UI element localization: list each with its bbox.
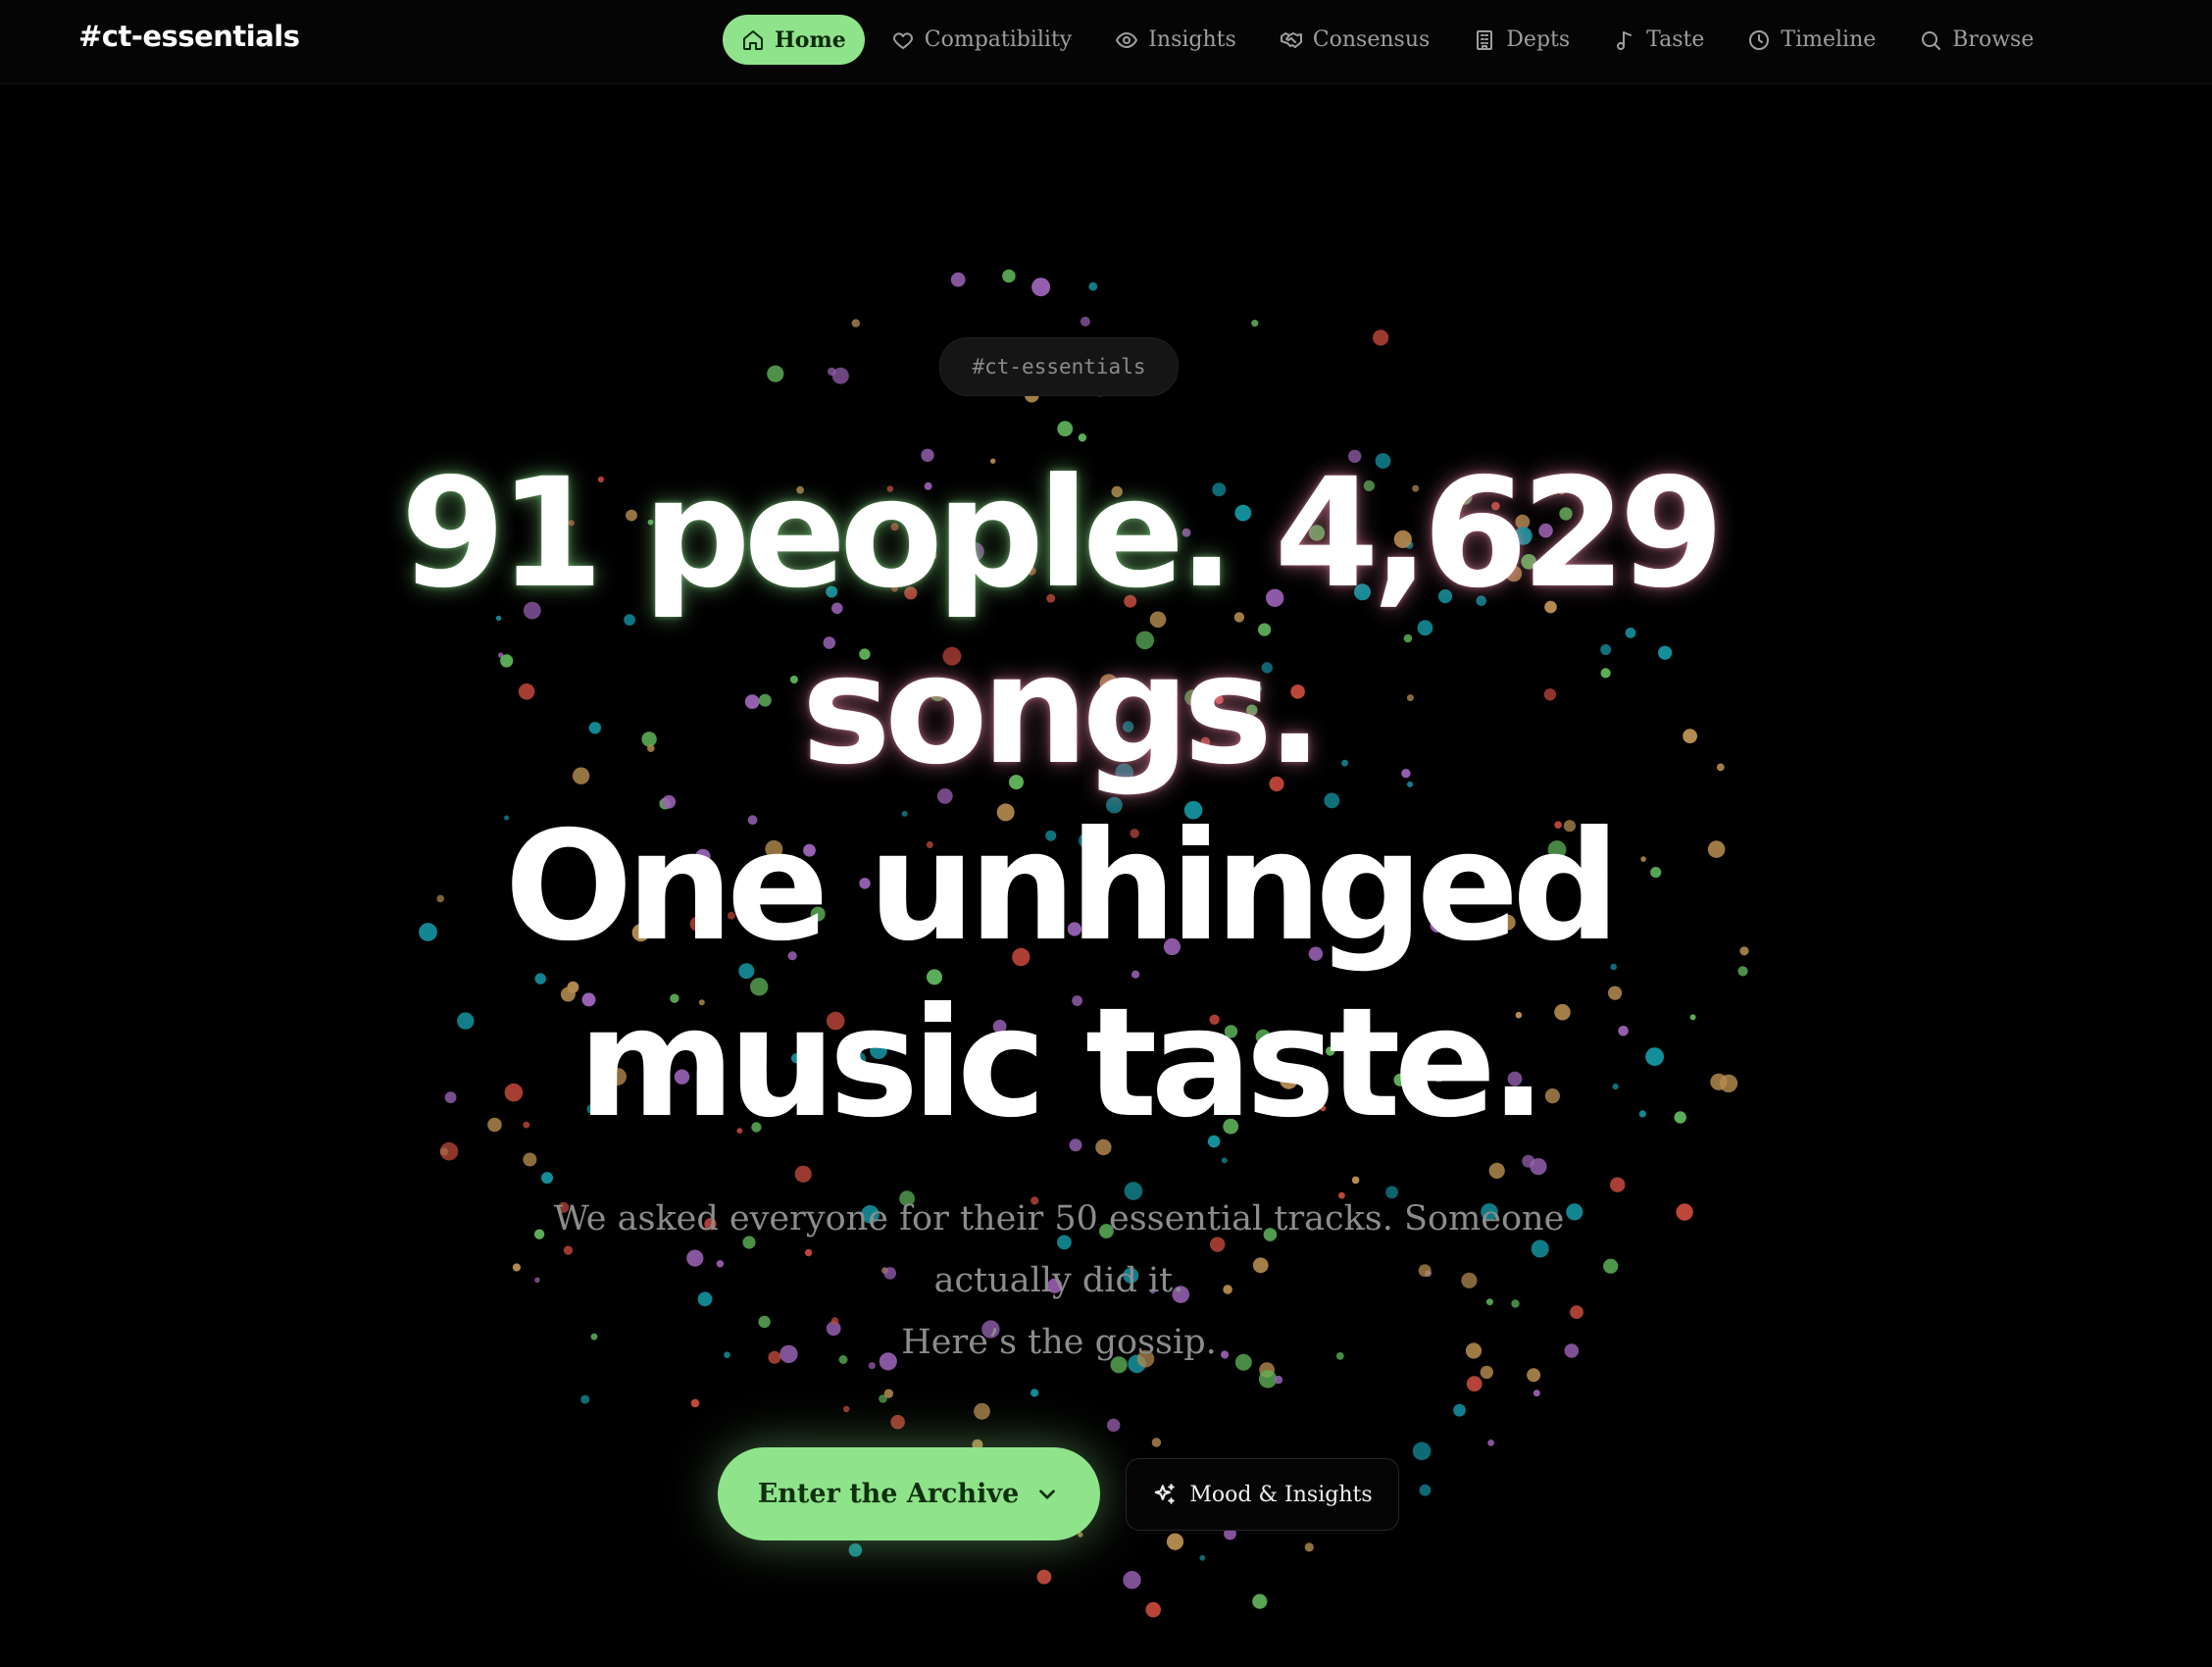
hero-headline: 91 people. 4,629 songs. One unhinged mus… (373, 446, 1745, 1152)
enter-archive-button[interactable]: Enter the Archive (718, 1447, 1100, 1541)
subtext-line-2: actually did it. (933, 1261, 1184, 1300)
headline-songs-word: songs. (801, 623, 1324, 798)
hero-section: #ct-essentials 91 people. 4,629 songs. O… (0, 0, 2212, 1667)
mood-insights-label: Mood & Insights (1189, 1482, 1373, 1507)
page: #ct-essentials Home Compatibility Insigh… (0, 0, 2212, 1667)
sparkles-icon (1155, 1484, 1176, 1504)
subtext-line-1: We asked everyone for their 50 essential… (553, 1199, 1565, 1238)
hashtag-pill: #ct-essentials (939, 337, 1179, 396)
headline-line-4: music taste. (578, 976, 1546, 1151)
headline-line-3: One unhinged (504, 799, 1621, 975)
headline-songs-count: 4,629 (1274, 446, 1724, 622)
headline-people: 91 people. (400, 446, 1234, 622)
enter-archive-label: Enter the Archive (757, 1479, 1020, 1509)
mood-insights-button[interactable]: Mood & Insights (1126, 1458, 1399, 1531)
chevron-down-icon (1039, 1489, 1056, 1499)
hero-subtext: We asked everyone for their 50 essential… (520, 1188, 1598, 1374)
subtext-line-3: Here’s the gossip. (901, 1323, 1217, 1362)
headline-line-1: 91 people. 4,629 (373, 446, 1745, 623)
